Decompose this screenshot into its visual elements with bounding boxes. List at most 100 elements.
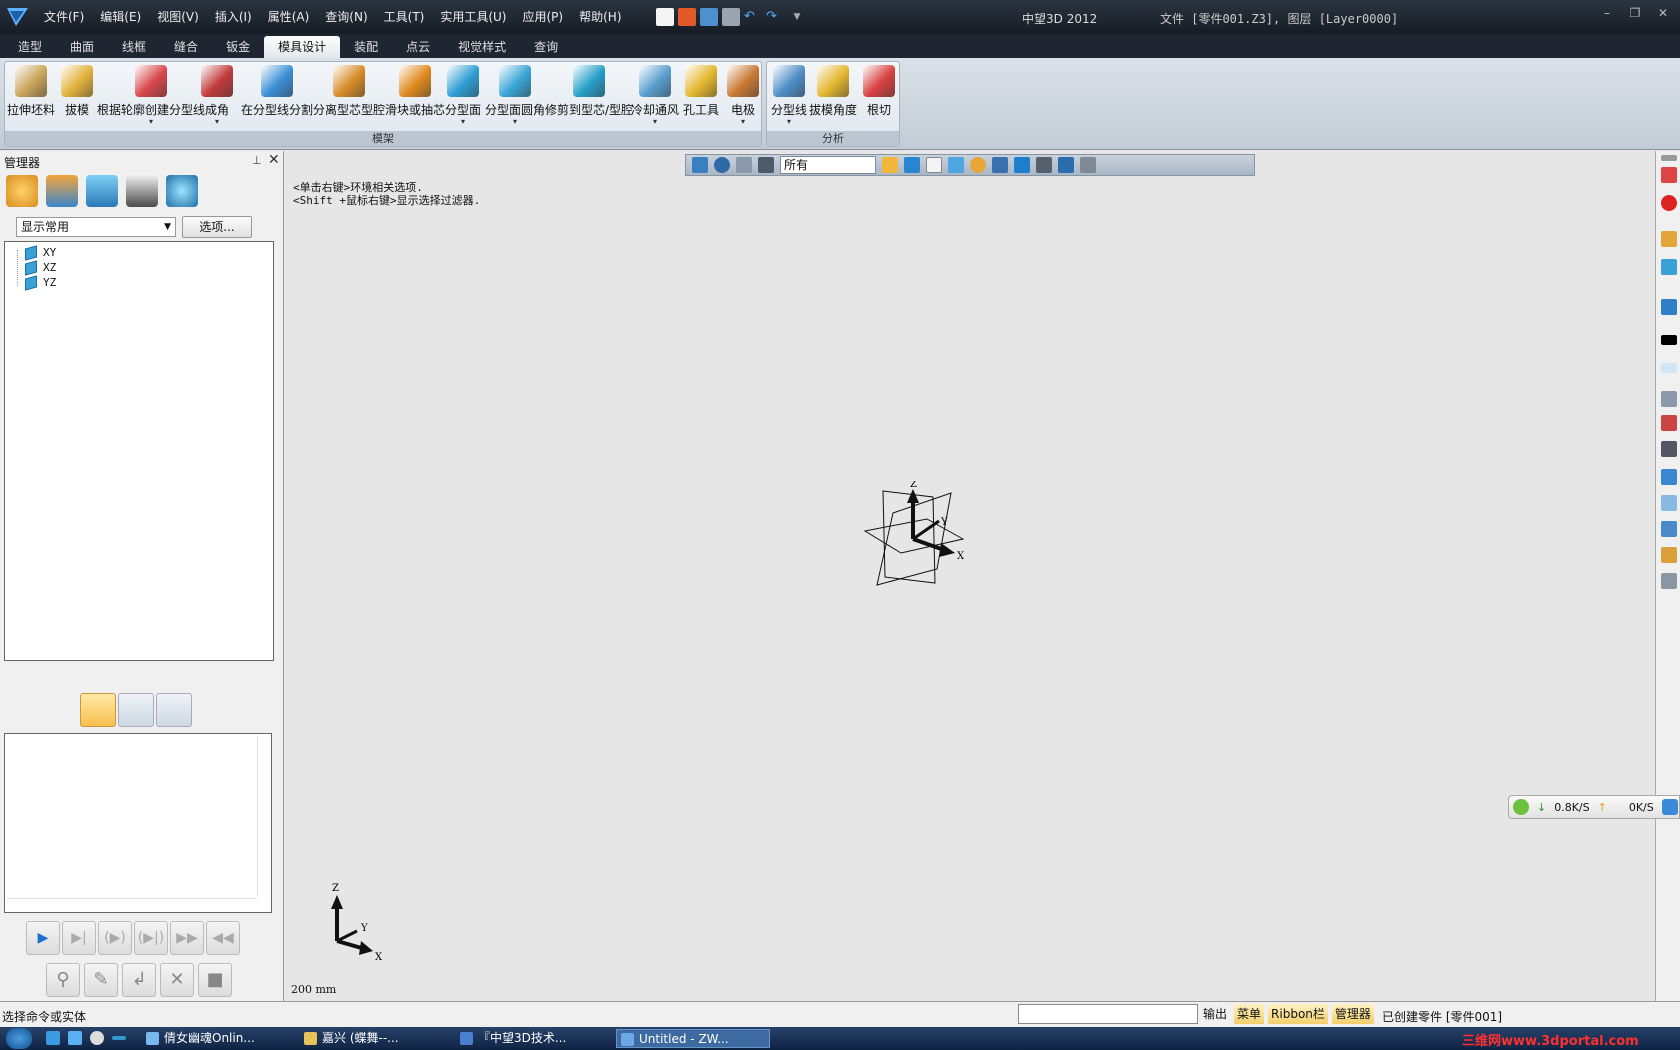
section-view-icon[interactable] <box>992 157 1008 173</box>
status-tab[interactable]: 管理器 <box>1331 1004 1374 1024</box>
cancel-icon[interactable] <box>1661 195 1677 211</box>
zoom-all-icon[interactable] <box>1661 521 1677 537</box>
ribbon-button[interactable]: 滑块或抽芯 <box>385 65 445 118</box>
ribbon-button[interactable]: 在分型线分割 <box>241 65 313 118</box>
list-view-icon[interactable] <box>80 693 116 727</box>
play-icon[interactable]: ▶ <box>26 921 60 955</box>
menu-item[interactable]: 插入(I) <box>207 0 260 34</box>
ribbon-tab[interactable]: 线框 <box>108 36 160 58</box>
ribbon-button[interactable]: 冷却通风 ▾ <box>631 65 679 126</box>
horizontal-scrollbar[interactable] <box>7 898 257 910</box>
ribbon-button[interactable]: 分型面 ▾ <box>445 65 481 126</box>
tree-view-icon[interactable] <box>118 693 154 727</box>
hierarchy-view-icon[interactable] <box>156 693 192 727</box>
ribbon-button[interactable]: 修剪到型芯/型腔 <box>545 65 633 118</box>
status-tab[interactable]: Ribbon栏 <box>1268 1004 1328 1024</box>
ribbon-tab[interactable]: 造型 <box>4 36 56 58</box>
wireframe-cube-icon[interactable] <box>926 157 942 173</box>
shaded-view-icon[interactable] <box>948 157 964 173</box>
vertical-scrollbar[interactable] <box>257 736 269 896</box>
menu-item[interactable]: 工具(T) <box>376 0 433 34</box>
taskbar-item[interactable]: 倩女幽魂Onlin... <box>142 1029 282 1048</box>
tile-windows-icon[interactable] <box>1080 157 1096 173</box>
step-end-icon[interactable]: ▶| <box>62 921 96 955</box>
monitor-icon[interactable] <box>1058 157 1074 173</box>
pick-highlight-icon[interactable] <box>882 157 898 173</box>
view-cube-icon[interactable] <box>904 157 920 173</box>
browser-icon[interactable] <box>1661 799 1678 815</box>
selection-filter-field[interactable]: 所有 <box>780 156 876 174</box>
taskbar-item[interactable]: 嘉兴 (蝶舞--... <box>300 1029 440 1048</box>
stamp-icon[interactable] <box>46 175 78 207</box>
ribbon-button[interactable]: 根切 <box>863 65 895 118</box>
view-icon[interactable] <box>1661 415 1677 431</box>
ribbon-tab[interactable]: 曲面 <box>56 36 108 58</box>
ribbon-tab[interactable]: 点云 <box>392 36 444 58</box>
glasses-icon[interactable] <box>126 175 158 207</box>
ribbon-button[interactable]: 分离型芯型腔 <box>313 65 385 118</box>
options-button[interactable]: 选项... <box>182 216 252 238</box>
fast-forward-icon[interactable]: ▶▶ <box>170 921 204 955</box>
print-icon[interactable] <box>722 8 740 26</box>
player-icon[interactable] <box>90 1031 104 1045</box>
menu-item[interactable]: 帮助(H) <box>571 0 629 34</box>
edit-sketch-icon[interactable] <box>1661 391 1677 407</box>
history-list[interactable] <box>4 733 272 913</box>
open-file-icon[interactable] <box>678 8 696 26</box>
rotate-view-icon[interactable] <box>714 157 730 173</box>
undo-icon[interactable]: ↶ <box>744 8 762 26</box>
ribbon-button[interactable]: 根据轮廓创建分型线 ▾ <box>97 65 205 126</box>
arrow-left-icon[interactable] <box>1661 469 1677 485</box>
close-icon[interactable]: ✕ <box>1654 6 1672 20</box>
taskbar-item[interactable]: 『中望3D技术... <box>456 1029 596 1048</box>
minimize-all-icon[interactable] <box>112 1036 126 1040</box>
display-mode-icon[interactable] <box>1036 157 1052 173</box>
ribbon-tab[interactable]: 钣金 <box>212 36 264 58</box>
ribbon-tab[interactable]: 模具设计 <box>264 36 341 58</box>
ribbon-button[interactable]: 拔模 <box>61 65 93 118</box>
measure-icon[interactable] <box>1014 157 1030 173</box>
desktop-icon[interactable] <box>68 1031 82 1045</box>
status-tab[interactable]: 输出 <box>1200 1004 1230 1024</box>
palette-icon[interactable] <box>6 175 38 207</box>
menu-item[interactable]: 编辑(E) <box>92 0 149 34</box>
tree-item-plane[interactable]: XY <box>25 244 56 261</box>
fit-view-icon[interactable] <box>1661 573 1677 589</box>
attributes-icon[interactable] <box>1661 231 1677 247</box>
axis-icon[interactable] <box>1661 441 1677 457</box>
pick-filter-icon[interactable] <box>758 157 774 173</box>
menu-item[interactable]: 属性(A) <box>260 0 318 34</box>
layer-icon[interactable] <box>1661 259 1677 275</box>
ribbon-tab[interactable]: 视觉样式 <box>444 36 520 58</box>
status-tab[interactable]: 菜单 <box>1234 1004 1265 1024</box>
ribbon-button[interactable]: 分型线 ▾ <box>771 65 807 126</box>
delete-icon[interactable]: ✕ <box>160 963 194 997</box>
redo-icon[interactable]: ↷ <box>766 8 784 26</box>
zw3d-logo-icon[interactable] <box>4 4 32 30</box>
light-blue-color-icon[interactable] <box>1661 363 1677 373</box>
customize-qat-icon[interactable]: ▼ <box>788 8 806 26</box>
step-forward-icon[interactable]: (▶) <box>98 921 132 955</box>
close-icon[interactable]: ✕ <box>268 152 280 168</box>
select-mode-icon[interactable] <box>692 157 708 173</box>
suppress-icon[interactable]: ■ <box>198 963 232 997</box>
filter-icon[interactable] <box>736 157 752 173</box>
ribbon-button[interactable]: 成角 ▾ <box>201 65 233 126</box>
graphics-viewport[interactable]: 所有 <单击右键>环境相关选项. <Shift +鼠标右键>显示选择过滤器. Z… <box>285 151 1655 1001</box>
menu-item[interactable]: 视图(V) <box>149 0 207 34</box>
eraser-icon[interactable] <box>1661 167 1677 183</box>
ribbon-button[interactable]: 孔工具 <box>683 65 719 118</box>
menu-item[interactable]: 文件(F) <box>36 0 92 34</box>
link-icon[interactable]: ⚲ <box>46 963 80 997</box>
minimize-icon[interactable]: – <box>1598 6 1616 20</box>
render-mode-icon[interactable] <box>970 157 986 173</box>
plus-icon[interactable] <box>1513 799 1529 815</box>
ribbon-button[interactable]: 电极 ▾ <box>727 65 759 126</box>
start-button[interactable] <box>6 1028 32 1049</box>
tree-item-plane[interactable]: YZ <box>25 274 56 291</box>
ribbon-button[interactable]: 拉伸坯料 <box>7 65 55 118</box>
pin-icon[interactable]: ⊥ <box>252 154 262 167</box>
restore-icon[interactable]: ❐ <box>1626 6 1644 20</box>
ie-icon[interactable] <box>46 1031 60 1045</box>
arrow-right-icon[interactable] <box>1661 495 1677 511</box>
